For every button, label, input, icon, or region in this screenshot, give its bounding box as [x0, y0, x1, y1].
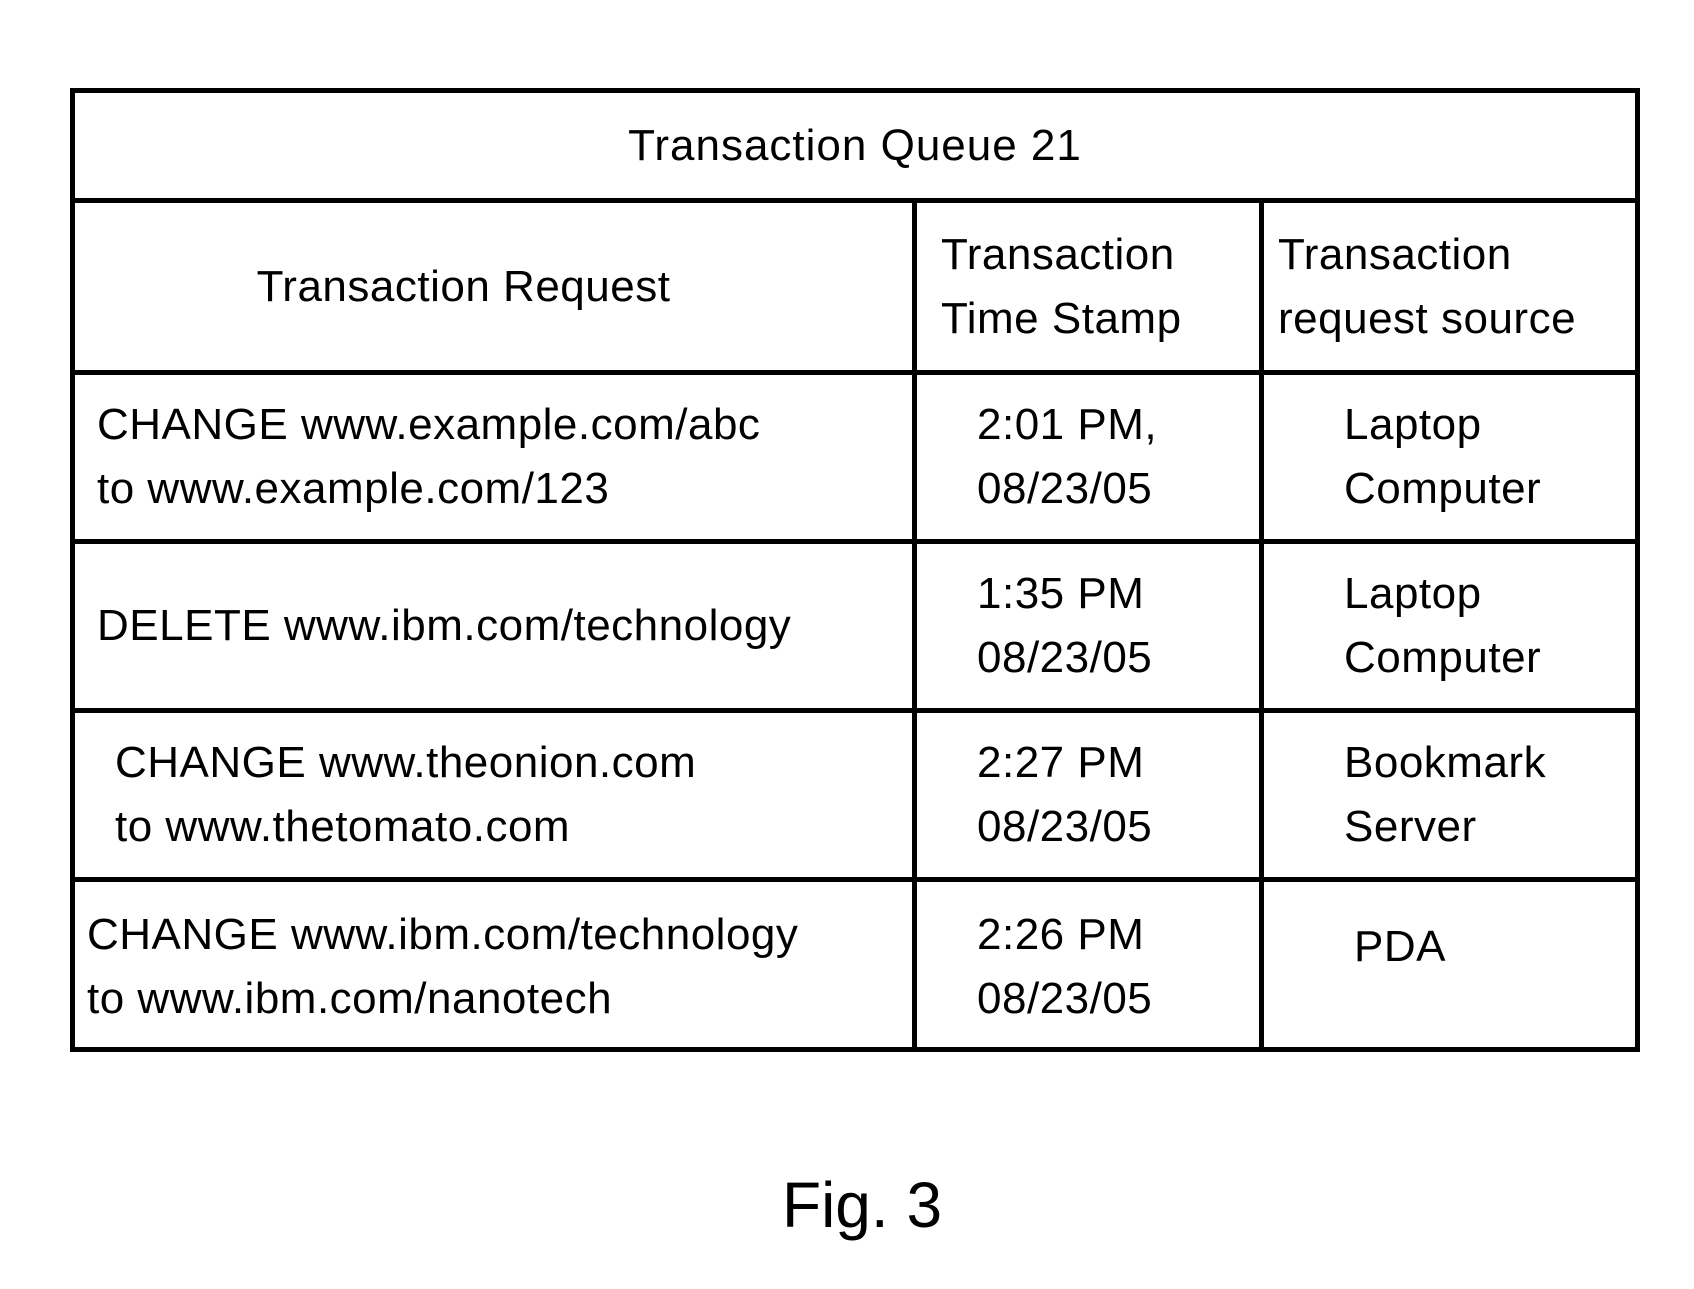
source-line: Computer: [1344, 633, 1542, 682]
table-row-4-request: CHANGE www.ibm.com/technology to www.ibm…: [75, 882, 917, 1051]
time-line: 2:01 PM,: [977, 400, 1158, 449]
date-line: 08/23/05: [977, 633, 1153, 682]
request-line: DELETE www.ibm.com/technology: [97, 601, 792, 650]
table-row-2-source: Laptop Computer: [1264, 544, 1635, 713]
header-transaction-request-source: Transaction request source: [1264, 203, 1635, 375]
source-line: PDA: [1354, 921, 1446, 971]
request-line: CHANGE www.example.com/abc: [97, 400, 761, 449]
header-label-line: Transaction: [1278, 229, 1512, 279]
date-line: 08/23/05: [977, 464, 1153, 513]
request-line: to www.ibm.com/nanotech: [87, 973, 613, 1023]
request-line: CHANGE www.theonion.com: [115, 738, 697, 787]
table-row-4-source: PDA: [1264, 882, 1635, 1051]
table-row-2-timestamp: 1:35 PM 08/23/05: [917, 544, 1264, 713]
time-line: 1:35 PM: [977, 569, 1145, 618]
table-title: Transaction Queue 21: [75, 93, 1635, 203]
request-line: to www.thetomato.com: [115, 802, 571, 851]
table-row-1-source: Laptop Computer: [1264, 375, 1635, 544]
source-line: Laptop: [1344, 569, 1482, 618]
request-line: CHANGE www.ibm.com/technology: [87, 909, 799, 959]
source-line: Computer: [1344, 464, 1542, 513]
header-label-line: Time Stamp: [941, 293, 1182, 343]
table-row-2-request: DELETE www.ibm.com/technology: [75, 544, 917, 713]
table-row-3-source: Bookmark Server: [1264, 713, 1635, 882]
transaction-queue-table: Transaction Queue 21 Transaction Request…: [70, 88, 1640, 1052]
table-row-3-timestamp: 2:27 PM 08/23/05: [917, 713, 1264, 882]
header-label-line: request source: [1278, 293, 1577, 343]
table-row-1-timestamp: 2:01 PM, 08/23/05: [917, 375, 1264, 544]
header-transaction-request: Transaction Request: [75, 203, 917, 375]
date-line: 08/23/05: [977, 973, 1153, 1023]
source-line: Bookmark: [1344, 738, 1547, 787]
source-line: Server: [1344, 802, 1477, 851]
date-line: 08/23/05: [977, 802, 1153, 851]
header-transaction-time-stamp: Transaction Time Stamp: [917, 203, 1264, 375]
table-row-4-timestamp: 2:26 PM 08/23/05: [917, 882, 1264, 1051]
time-line: 2:26 PM: [977, 909, 1145, 959]
request-line: to www.example.com/123: [97, 464, 610, 513]
table-row-1-request: CHANGE www.example.com/abc to www.exampl…: [75, 375, 917, 544]
table-row-3-request: CHANGE www.theonion.com to www.thetomato…: [75, 713, 917, 882]
header-label: Transaction Request: [256, 261, 671, 311]
time-line: 2:27 PM: [977, 738, 1145, 787]
figure-caption: Fig. 3: [781, 1169, 943, 1241]
header-label-line: Transaction: [941, 229, 1175, 279]
source-line: Laptop: [1344, 400, 1482, 449]
table-grid: Transaction Request Transaction Time Sta…: [75, 203, 1635, 1051]
